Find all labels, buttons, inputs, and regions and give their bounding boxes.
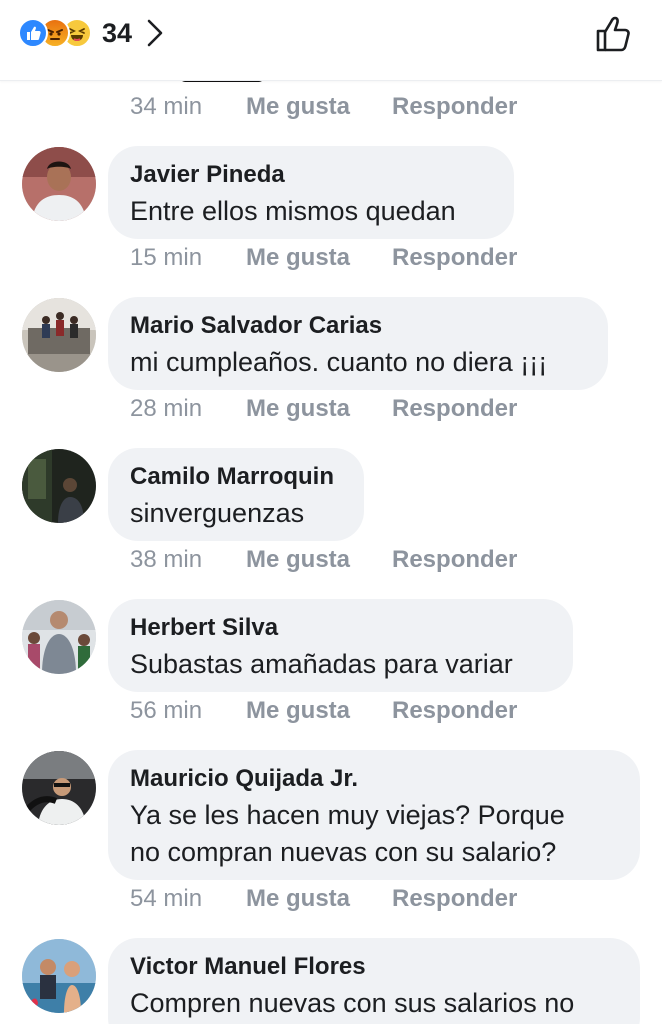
comment-text: mi cumpleaños. cuanto no diera ¡¡¡	[130, 347, 548, 377]
comment-author[interactable]: Mario Salvador Carias	[130, 311, 586, 341]
reactions-header: 34	[0, 0, 662, 81]
comment-bubble: Victor Manuel Flores Compren nuevas con …	[108, 938, 640, 1024]
avatar[interactable]	[22, 939, 96, 1013]
reply-link[interactable]: Responder	[392, 243, 517, 273]
comment-text: Entre ellos mismos quedan	[130, 196, 456, 226]
avatar[interactable]	[22, 147, 96, 221]
comment-time: 15 min	[130, 244, 203, 271]
like-link[interactable]: Me gusta	[246, 884, 392, 914]
like-reaction-icon	[18, 18, 48, 48]
comment-bubble: Mauricio Quijada Jr. Ya se les hacen muy…	[108, 750, 640, 880]
comment-actions: 15 min Me gusta Responder	[130, 243, 517, 273]
comment-time: 28 min	[130, 395, 203, 422]
comment-bubble: Camilo Marroquin sinverguenzas	[108, 448, 364, 541]
avatar[interactable]	[22, 298, 96, 372]
avatar[interactable]	[22, 751, 96, 825]
reply-link[interactable]: Responder	[392, 394, 517, 424]
reaction-count: 34	[102, 17, 133, 48]
reply-link[interactable]: Responder	[392, 696, 517, 726]
avatar[interactable]	[22, 449, 96, 523]
comment-text: Ya se les hacen muy viejas? Porque no co…	[130, 797, 618, 871]
avatar[interactable]	[22, 600, 96, 674]
comment-time: 38 min	[130, 546, 203, 573]
comment-author[interactable]: Camilo Marroquin	[130, 462, 342, 492]
reply-link[interactable]: Responder	[392, 92, 517, 122]
comment-author[interactable]: Javier Pineda	[130, 160, 492, 190]
comments-screen: 34 34 min Me gusta Responder Javier Pine…	[0, 0, 662, 1024]
comment-bubble: Mario Salvador Carias mi cumpleaños. cua…	[108, 297, 608, 390]
comment-author[interactable]: Mauricio Quijada Jr.	[130, 764, 618, 794]
like-link[interactable]: Me gusta	[246, 92, 392, 122]
comment-author[interactable]: Herbert Silva	[130, 613, 551, 643]
comment-time: 54 min	[130, 885, 203, 912]
comment-author[interactable]: Victor Manuel Flores	[130, 952, 618, 982]
comment-text-line: no compran nuevas con su salario?	[130, 837, 557, 867]
reply-link[interactable]: Responder	[392, 545, 517, 575]
like-link[interactable]: Me gusta	[246, 545, 392, 575]
reply-link[interactable]: Responder	[392, 884, 517, 914]
comment-text: Compren nuevas con sus salarios no	[130, 988, 575, 1018]
reactions-summary[interactable]: 34	[18, 14, 164, 52]
comment-actions: 38 min Me gusta Responder	[130, 545, 517, 575]
comment-time: 56 min	[130, 697, 203, 724]
comment-actions: 54 min Me gusta Responder	[130, 884, 517, 914]
chevron-right-icon	[147, 19, 163, 47]
comment-actions: 28 min Me gusta Responder	[130, 394, 517, 424]
comment-actions: 56 min Me gusta Responder	[130, 696, 517, 726]
thumbs-up-icon[interactable]	[594, 14, 634, 54]
comment-text-line: Ya se les hacen muy viejas? Porque	[130, 800, 565, 830]
comment-actions: 34 min Me gusta Responder	[130, 92, 517, 122]
like-link[interactable]: Me gusta	[246, 394, 392, 424]
comment-bubble: Javier Pineda Entre ellos mismos quedan	[108, 146, 514, 239]
comment-time: 34 min	[130, 93, 203, 120]
like-link[interactable]: Me gusta	[246, 243, 392, 273]
like-link[interactable]: Me gusta	[246, 696, 392, 726]
comment-bubble: Herbert Silva Subastas amañadas para var…	[108, 599, 573, 692]
comment-text: Subastas amañadas para variar	[130, 649, 513, 679]
comment-text: sinverguenzas	[130, 498, 305, 528]
